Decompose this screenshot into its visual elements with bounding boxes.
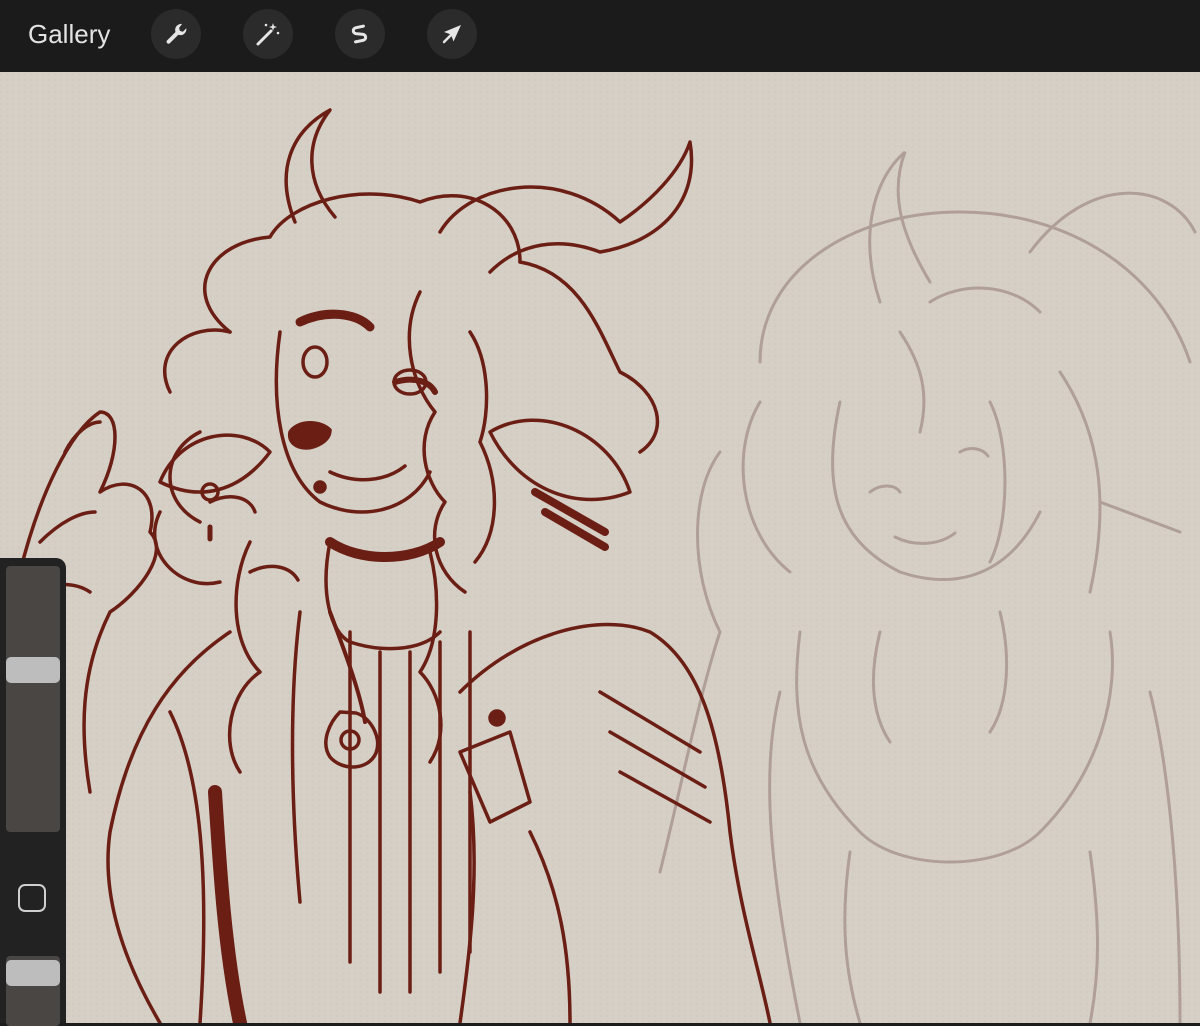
magic-wand-icon [256,23,280,46]
selection-s-icon [351,24,368,44]
adjustments-button[interactable] [243,9,293,59]
actions-button[interactable] [151,9,201,59]
opacity-handle[interactable] [6,960,60,987]
transform-button[interactable] [427,9,477,59]
drawing-canvas[interactable] [0,72,1200,1023]
wrench-icon [166,23,187,44]
top-toolbar: Gallery [0,0,1200,73]
sketch-artwork [0,72,1200,1023]
arrow-cursor-icon [442,25,461,44]
brush-size-slider[interactable] [6,566,60,832]
modify-button[interactable] [18,884,46,912]
brush-sidebar [0,558,66,1026]
selection-button[interactable] [335,9,385,59]
gallery-button[interactable]: Gallery [28,17,110,51]
brush-size-handle[interactable] [6,657,60,684]
